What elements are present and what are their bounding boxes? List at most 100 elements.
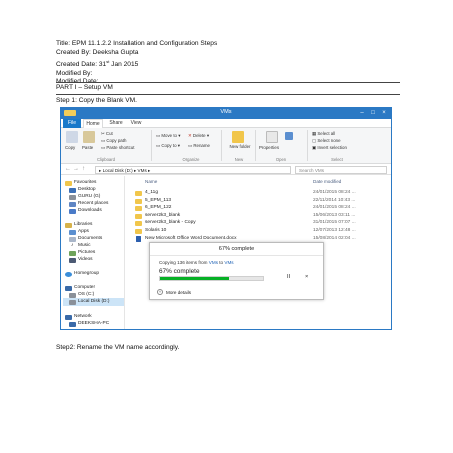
- nav-music[interactable]: Music: [78, 243, 91, 248]
- close-icon[interactable]: ×: [379, 109, 389, 117]
- tab-share[interactable]: Share: [107, 119, 125, 128]
- maximize-icon[interactable]: □: [368, 109, 378, 117]
- doc-title: Title: EPM 11.1.2.2 Installation and Con…: [56, 40, 218, 47]
- ribbon: Copy Paste ✂ Cut ▭ Copy path ▭ Paste sho…: [61, 128, 391, 164]
- file-name: server2k3_blank - Copy: [145, 220, 196, 226]
- minimize-icon[interactable]: –: [357, 109, 367, 117]
- nav-os-c[interactable]: OS (C:): [78, 292, 94, 297]
- address-bar: ← → ↑ ▸ Local Disk (D:) ▸ VMs ▸ Search V…: [61, 164, 391, 175]
- column-name[interactable]: Name: [145, 179, 157, 184]
- nav-pictures[interactable]: Pictures: [78, 250, 95, 255]
- paste-icon[interactable]: [83, 131, 95, 143]
- nav-computer[interactable]: Computer: [74, 285, 95, 290]
- address-input[interactable]: ▸ Local Disk (D:) ▸ VMs ▸: [95, 165, 291, 174]
- dialog-title: 67% complete: [218, 246, 255, 252]
- paste-button[interactable]: Paste: [82, 145, 93, 150]
- nav-libraries[interactable]: Libraries: [74, 222, 92, 227]
- up-arrow-icon[interactable]: ↑: [82, 166, 85, 173]
- new-folder-button[interactable]: New folder: [227, 144, 253, 149]
- folder-icon: [135, 191, 142, 196]
- copy-icon[interactable]: [66, 131, 78, 143]
- copy-status-line: Copying 136 items from VMs to VMs: [159, 260, 234, 265]
- chevron-down-icon[interactable]: ˅: [157, 289, 163, 295]
- nav-deeksha-pc[interactable]: DEEKSHA-PC: [78, 321, 109, 326]
- file-date: 22/11/2014 10:43 ...: [313, 197, 356, 203]
- pc-icon: [69, 322, 76, 327]
- doc-created-by: Created By: Deeksha Gupta: [56, 48, 139, 56]
- destination-link[interactable]: VMs: [224, 260, 233, 265]
- nav-downloads[interactable]: Downloads: [78, 208, 102, 213]
- library-icon: [65, 223, 72, 228]
- nav-desktop[interactable]: Desktop: [78, 187, 96, 192]
- file-name: 4_11g: [145, 190, 158, 195]
- search-input[interactable]: Search VMs: [295, 165, 387, 174]
- properties-button[interactable]: Properties: [259, 145, 279, 150]
- more-details-link[interactable]: More details: [166, 290, 191, 295]
- copy-progress-dialog: 67% complete Copying 136 items from VMs …: [149, 242, 324, 300]
- ribbon-separator: [307, 130, 308, 161]
- progress-percent: 67% complete: [159, 268, 200, 275]
- group-organize: Organize: [182, 157, 200, 162]
- cancel-button[interactable]: ×: [305, 274, 308, 280]
- nav-homegroup[interactable]: Homegroup: [74, 271, 99, 276]
- nav-apps[interactable]: Apps: [78, 229, 89, 234]
- file-name: New Microsoft Office Word Document.docx: [145, 235, 237, 241]
- title-bar: VMs – □ ×: [61, 108, 391, 119]
- properties-icon[interactable]: [266, 131, 278, 143]
- progress-bar: [159, 276, 264, 281]
- rename-button[interactable]: ▭ Rename: [188, 143, 210, 149]
- nav-guru[interactable]: GURU (G): [78, 194, 100, 199]
- invert-selection-button[interactable]: ▣ Invert selection: [312, 145, 347, 151]
- open-icon[interactable]: [285, 132, 293, 140]
- folder-icon: [135, 213, 142, 219]
- file-date: 15/08/2014 02:04 ...: [313, 235, 356, 241]
- forward-arrow-icon[interactable]: →: [73, 166, 79, 173]
- drive-icon: [69, 300, 76, 305]
- source-link[interactable]: VMs: [209, 260, 218, 265]
- select-all-button[interactable]: ▦ Select all: [312, 131, 335, 137]
- nav-local-disk-d[interactable]: Local Disk (D:): [78, 299, 109, 304]
- new-folder-icon[interactable]: [232, 131, 244, 143]
- nav-videos[interactable]: Videos: [78, 257, 93, 262]
- videos-icon: [69, 258, 76, 263]
- nav-recent-places[interactable]: Recent places: [78, 201, 108, 206]
- homegroup-icon: [65, 272, 72, 277]
- part-heading: PART I – Setup VM: [56, 84, 113, 91]
- documents-icon: [69, 237, 76, 242]
- folder-icon: [135, 221, 142, 227]
- navigation-pane: Favourites Desktop GURU (G) Recent place…: [61, 176, 125, 329]
- delete-button[interactable]: ✕ Delete ▾: [188, 133, 209, 139]
- move-to-button[interactable]: ▭ Move to ▾: [156, 133, 180, 139]
- apps-icon: [69, 230, 76, 235]
- nav-documents[interactable]: Documents: [78, 236, 102, 241]
- cut-button[interactable]: ✂ Cut: [101, 131, 113, 137]
- ribbon-separator: [255, 130, 256, 161]
- tab-home[interactable]: Home: [83, 119, 103, 128]
- recent-icon: [69, 202, 76, 207]
- copy-to-button[interactable]: ▭ Copy to ▾: [156, 143, 180, 149]
- file-date: 24/01/2015 08:24 ...: [313, 190, 356, 195]
- tab-file[interactable]: File: [63, 119, 81, 128]
- music-icon: ♪: [71, 243, 74, 248]
- select-none-button[interactable]: ▢ Select none: [312, 138, 341, 144]
- nav-favourites[interactable]: Favourites: [74, 180, 96, 185]
- nav-network[interactable]: Network: [74, 314, 92, 319]
- word-document-icon: [136, 235, 141, 242]
- pause-button[interactable]: II: [287, 274, 290, 280]
- back-arrow-icon[interactable]: ←: [65, 166, 71, 173]
- group-new: New: [234, 157, 244, 162]
- paste-shortcut-button[interactable]: ▭ Paste shortcut: [101, 145, 134, 151]
- file-date: 12/07/2013 12:48 ...: [313, 228, 356, 233]
- tab-view[interactable]: View: [127, 119, 145, 128]
- file-name: Solaris 10: [145, 228, 167, 233]
- copy-path-button[interactable]: ▭ Copy path: [101, 138, 126, 144]
- folder-icon: [135, 206, 142, 212]
- column-date-modified[interactable]: Date modified: [313, 179, 341, 184]
- header-divider: [56, 82, 400, 83]
- folder-icon: [135, 229, 142, 234]
- step-2-text: Step2: Rename the VM name accordingly.: [56, 344, 180, 351]
- pictures-icon: [69, 251, 76, 256]
- file-date: 15/06/2013 03:11 ...: [313, 212, 356, 218]
- copy-button[interactable]: Copy: [65, 145, 75, 150]
- group-select: Select: [331, 157, 343, 162]
